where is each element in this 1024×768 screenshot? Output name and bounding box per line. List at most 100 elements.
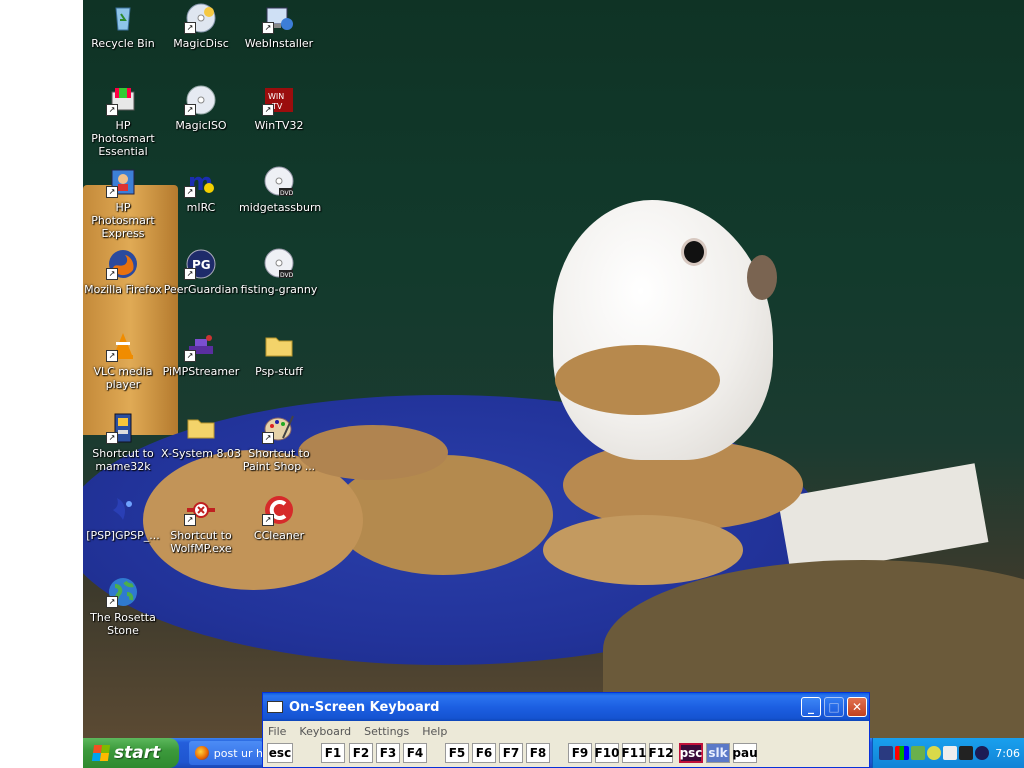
desktop-icon-midgetassburn[interactable]: DVD midgetassburn: [239, 164, 322, 214]
osk-key-row: esc F1 F2 F3 F4 F5 F6 F7 F8 F9 F10 F11 F12 psc slk pau: [263, 741, 869, 767]
shortcut-arrow-icon: ↗: [184, 268, 196, 280]
osk-key-pau[interactable]: pau: [732, 743, 758, 763]
desktop-icon-mirc[interactable]: m ↗ mIRC: [161, 164, 241, 214]
tray-volume-icon[interactable]: [943, 746, 958, 760]
desktop-icon-shortcut-to-wolfmp-exe[interactable]: ↗ Shortcut to WolfMP.exe: [161, 492, 241, 555]
tray-network-icon[interactable]: [911, 746, 926, 760]
start-button[interactable]: start: [83, 738, 179, 768]
osk-key-f7[interactable]: F7: [499, 743, 523, 763]
desktop-icon-label: MagicISO: [175, 119, 227, 132]
desktop-icon-hp-photosmart-express[interactable]: ↗ HP Photosmart Express: [83, 164, 163, 240]
desktop-icon-hp-photosmart-essential[interactable]: ↗ HP Photosmart Essential: [83, 82, 163, 158]
desktop-icon-the-rosetta-stone[interactable]: ↗ The Rosetta Stone: [83, 574, 163, 637]
paint-shop-icon: ↗: [262, 412, 296, 444]
shortcut-arrow-icon: ↗: [106, 432, 118, 444]
desktop-icon-shortcut-to-mame32k[interactable]: ↗ Shortcut to mame32k: [83, 410, 163, 473]
osk-key-f10[interactable]: F10: [595, 743, 619, 763]
osk-key-esc[interactable]: esc: [267, 743, 293, 763]
magiciso-icon: ↗: [184, 84, 218, 116]
osk-key-f6[interactable]: F6: [472, 743, 496, 763]
osk-title-bar[interactable]: On-Screen Keyboard _ □ ✕: [263, 693, 869, 721]
osk-key-f12[interactable]: F12: [649, 743, 673, 763]
gpsp-icon: [106, 494, 140, 526]
tray-lock-icon[interactable]: [959, 746, 974, 760]
shortcut-arrow-icon: ↗: [184, 104, 196, 116]
desktop-icon-recycle-bin[interactable]: Recycle Bin: [83, 0, 163, 50]
desktop-icon-psp-stuff[interactable]: Psp-stuff: [239, 328, 319, 378]
desktop-icon-label: WebInstaller: [244, 37, 314, 50]
dvd-icon: DVD: [262, 166, 296, 198]
desktop-icon-fisting-granny[interactable]: DVD fisting-granny: [239, 246, 319, 296]
osk-key-psc[interactable]: psc: [679, 743, 703, 763]
desktop-icon-vlc-media-player[interactable]: ↗ VLC media player: [83, 328, 163, 391]
osk-key-f9[interactable]: F9: [568, 743, 592, 763]
osk-key-f1[interactable]: F1: [321, 743, 345, 763]
task-label: post ur h: [213, 746, 263, 760]
desktop-icon-label: Psp-stuff: [255, 365, 303, 378]
wallpaper-bunny: [553, 200, 773, 460]
desktop-icon-ccleaner[interactable]: ↗ CCleaner: [239, 492, 319, 542]
on-screen-keyboard-window[interactable]: On-Screen Keyboard _ □ ✕ File Keyboard S…: [262, 692, 870, 768]
desktop-icon-label: midgetassburn: [239, 201, 322, 214]
desktop-icon-label: Shortcut to mame32k: [92, 447, 154, 473]
desktop[interactable]: Recycle Bin ↗ MagicDisc ↗ WebInstaller ↗ HP Ph…: [83, 0, 1024, 738]
desktop-icon-x-system-8-03[interactable]: X-System 8.03: [161, 410, 241, 460]
svg-text:DVD: DVD: [280, 272, 294, 279]
desktop-icon-label: Recycle Bin: [91, 37, 155, 50]
desktop-icon-shortcut-to-paint-shop[interactable]: ↗ Shortcut to Paint Shop ...: [239, 410, 319, 473]
desktop-icon-label: Shortcut to Paint Shop ...: [242, 447, 316, 473]
menu-settings[interactable]: Settings: [364, 725, 409, 738]
desktop-icon-wintv32[interactable]: WIN TV ↗ WinTV32: [239, 82, 319, 132]
menu-help[interactable]: Help: [422, 725, 447, 738]
system-tray: 7:06: [872, 738, 1024, 768]
desktop-icon-label: Mozilla Firefox: [84, 283, 162, 296]
wallpaper-bunny-eye: [681, 238, 707, 266]
close-button[interactable]: ✕: [847, 697, 867, 717]
taskbar-task-firefox[interactable]: post ur h: [189, 741, 263, 765]
shortcut-arrow-icon: ↗: [106, 104, 118, 116]
pimpstreamer-icon: ↗: [184, 330, 218, 362]
desktop-icon-webinstaller[interactable]: ↗ WebInstaller: [239, 0, 319, 50]
maximize-button[interactable]: □: [824, 697, 844, 717]
tray-colorbars-icon[interactable]: [895, 746, 910, 760]
windows-flag-icon: [91, 745, 111, 761]
desktop-icon-magiciso[interactable]: ↗ MagicISO: [161, 82, 241, 132]
desktop-icon-magicdisc[interactable]: ↗ MagicDisc: [161, 0, 241, 50]
wallpaper-cookie-5: [298, 425, 448, 480]
osk-key-slk[interactable]: slk: [706, 743, 730, 763]
desktop-icon-label: PeerGuardian: [163, 283, 239, 296]
desktop-icon-label: HP Photosmart Express: [91, 201, 155, 240]
desktop-icon-label: PiMPStreamer: [162, 365, 240, 378]
peerguardian-icon: PG ↗: [184, 248, 218, 280]
shortcut-arrow-icon: ↗: [106, 596, 118, 608]
svg-text:DVD: DVD: [280, 190, 294, 197]
clock[interactable]: 7:06: [995, 747, 1020, 760]
shortcut-arrow-icon: ↗: [262, 514, 274, 526]
desktop-icon-mozilla-firefox[interactable]: ↗ Mozilla Firefox: [83, 246, 163, 296]
desktop-icon-label: The Rosetta Stone: [90, 611, 156, 637]
minimize-button[interactable]: _: [801, 697, 821, 717]
desktop-icon-peerguardian[interactable]: PG ↗ PeerGuardian: [161, 246, 241, 296]
wallpaper-cookie-bite: [555, 345, 720, 415]
svg-text:WIN: WIN: [268, 92, 284, 101]
tray-audio-icon[interactable]: [975, 746, 990, 760]
osk-key-f8[interactable]: F8: [526, 743, 550, 763]
folder-icon: [262, 330, 296, 362]
hp-photosmart-icon: ↗: [106, 84, 140, 116]
tray-peerguardian-icon[interactable]: [879, 746, 894, 760]
desktop-icon-psp-gpsp[interactable]: [PSP]GPSP_...: [83, 492, 163, 542]
desktop-icon-pimpstreamer[interactable]: ↗ PiMPStreamer: [161, 328, 241, 378]
desktop-icon-label: VLC media player: [93, 365, 153, 391]
osk-key-f2[interactable]: F2: [349, 743, 373, 763]
dvd-icon: DVD: [262, 248, 296, 280]
firefox-icon: ↗: [106, 248, 140, 280]
wallpaper-bunny-ear: [747, 255, 777, 300]
osk-key-f3[interactable]: F3: [376, 743, 400, 763]
hp-photosmart-express-icon: ↗: [106, 166, 140, 198]
osk-key-f5[interactable]: F5: [445, 743, 469, 763]
menu-keyboard[interactable]: Keyboard: [299, 725, 351, 738]
osk-key-f11[interactable]: F11: [622, 743, 646, 763]
osk-key-f4[interactable]: F4: [403, 743, 427, 763]
menu-file[interactable]: File: [268, 725, 286, 738]
tray-ball-icon[interactable]: [927, 746, 942, 760]
